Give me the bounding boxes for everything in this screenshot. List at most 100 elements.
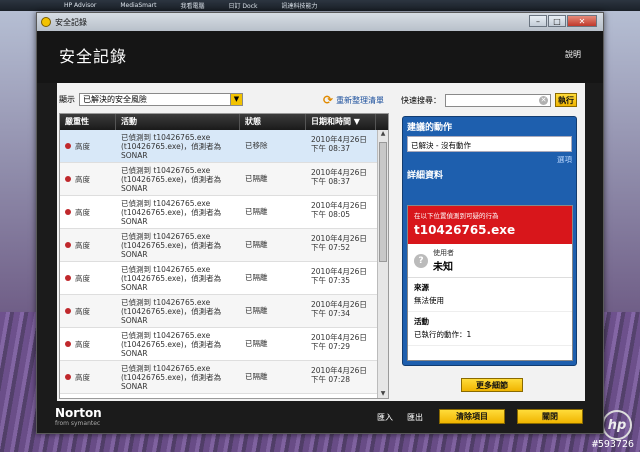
datetime-cell: 2010年4月26日 下午 07:29 [306,328,376,360]
column-header-status[interactable]: 狀態 [240,114,306,130]
scroll-up-icon[interactable]: ▲ [378,130,388,140]
recommended-action-value: 已解決 - 沒有動作 [407,136,572,152]
brand-name: Norton [55,406,102,420]
severity-cell: 高度 [60,295,116,327]
source-value: 無法使用 [414,296,444,305]
status-cell: 已隔離 [245,273,268,282]
minimize-button[interactable]: – [529,15,547,27]
taskbar-item[interactable]: HP Advisor [0,2,108,9]
severity-text: 高度 [75,174,90,184]
date-text: 2010年4月26日 [311,168,367,177]
watermark: #593726 [591,439,634,450]
user-section: ? 使用者 未知 [408,244,572,278]
refresh-list-link[interactable]: ⟳ 重新整理清單 [323,93,384,107]
date-text: 2010年4月26日 [311,267,367,276]
table-row[interactable]: 高度 已偵測到 t10426765.exe (t10426765.exe)，偵測者… [60,328,378,361]
severity-cell: 高度 [60,163,116,195]
options-link[interactable]: 選項 [403,154,576,165]
time-text: 下午 07:35 [311,276,350,285]
severity-dot-icon [65,143,71,149]
chevron-down-icon[interactable]: ▼ [230,94,242,105]
taskbar-item[interactable]: 訊達科技能力 [270,1,330,10]
hp-logo-icon: hp [602,410,632,440]
activity-cell: 已偵測到 t10426765.exe (t10426765.exe)，偵測者為 … [121,364,222,391]
table-row[interactable]: 高度 已偵測到 t10426765.exe (t10426765.exe)，偵測者… [60,295,378,328]
main-content: 顯示 已解決的安全風險 ▼ ⟳ 重新整理清單 嚴重性 活動 狀態 日期和時間 ▼… [57,83,585,401]
page-title: 安全記錄 [59,47,128,66]
date-text: 2010年4月26日 [311,234,367,243]
taskbar-item[interactable]: MediaSmart [108,2,168,9]
window-header: 安全記錄 說明 [37,31,603,83]
column-header-severity[interactable]: 嚴重性 [60,114,116,130]
activity-cell: 已偵測到 t10426765.exe (t10426765.exe)，偵測者為 … [121,166,222,193]
details-title: 詳細資料 [407,171,444,181]
table-row[interactable]: 高度 已偵測到 t10426765.exe (t10426765.exe)，偵測者… [60,130,378,163]
table-row[interactable]: 高度 已偵測到 t10426765.exe (t10426765.exe)，偵測者… [60,163,378,196]
severity-dot-icon [65,341,71,347]
refresh-label: 重新整理清單 [336,95,385,105]
import-link[interactable]: 匯入 [377,412,393,423]
more-details-button[interactable]: 更多細節 [461,378,523,392]
activity-cell: 已偵測到 t10426765.exe (t10426765.exe)，偵測者為 … [121,232,222,259]
time-text: 下午 08:37 [311,144,350,153]
datetime-cell: 2010年4月26日 下午 08:05 [306,196,376,228]
activity-cell: 已偵測到 t10426765.exe (t10426765.exe)，偵測者為 … [121,199,222,226]
clear-items-button[interactable]: 清除項目 [439,409,505,424]
table-row[interactable]: 高度 已偵測到 t10426765.exe (t10426765.exe)，偵測者… [60,229,378,262]
history-table: 嚴重性 活動 狀態 日期和時間 ▼ 高度 已偵測到 t10426765.exe (… [59,113,389,399]
quick-search-label: 快速搜尋： [401,95,441,105]
status-cell: 已隔離 [245,306,268,315]
table-row[interactable]: 高度 已偵測到 t10426765.exe (t10426765.exe)，偵測者… [60,196,378,229]
window-footer: Norton from symantec 匯入 匯出 清除項目 關閉 [37,401,603,433]
help-link[interactable]: 說明 [565,49,581,60]
taskbar-item[interactable]: 我看電腦 [169,1,217,10]
severity-cell: 高度 [60,229,116,261]
severity-cell: 高度 [60,328,116,360]
quick-search-input[interactable]: ✕ [445,93,551,107]
execute-search-button[interactable]: 執行 [555,93,577,107]
severity-text: 高度 [75,306,90,316]
column-header-activity[interactable]: 活動 [116,114,240,130]
activity-cell: 已偵測到 t10426765.exe (t10426765.exe)，偵測者為 … [121,133,222,160]
datetime-cell: 2010年4月26日 下午 08:37 [306,130,376,162]
activity-value: 已執行的動作：1 [414,330,472,339]
window-titlebar[interactable]: 安全記錄 – □ ✕ [37,13,603,31]
scroll-down-icon[interactable]: ▼ [378,390,388,398]
datetime-cell: 2010年4月26日 下午 07:35 [306,262,376,294]
column-header-datetime[interactable]: 日期和時間 ▼ [306,114,376,130]
taskbar-item[interactable]: 日訂 Dock [217,1,270,10]
recommended-action-title: 建議的動作 [407,123,453,133]
table-scrollbar[interactable]: ▲ ▼ [377,130,388,398]
severity-dot-icon [65,374,71,380]
status-cell: 已隔離 [245,240,268,249]
maximize-button[interactable]: □ [548,15,566,27]
time-text: 下午 07:28 [311,375,350,384]
activity-section: 活動 已執行的動作：1 [408,312,572,346]
quick-search: 快速搜尋： ✕ 執行 [401,93,577,107]
desktop-taskbar: HP Advisor MediaSmart 我看電腦 日訂 Dock 訊達科技能… [0,0,640,11]
severity-text: 高度 [75,240,90,250]
status-cell: 已移除 [245,141,268,150]
table-row[interactable]: 高度 已偵測到 t10426765.exe (t10426765.exe)，偵測者… [60,361,378,394]
export-link[interactable]: 匯出 [407,412,423,423]
date-text: 2010年4月26日 [311,201,367,210]
table-row[interactable]: 高度 已偵測到 t10426765.exe (t10426765.exe)，偵測者… [60,262,378,295]
filter-select[interactable]: 已解決的安全風險 ▼ [79,93,243,106]
status-cell: 已隔離 [245,207,268,216]
unknown-user-icon: ? [414,253,428,268]
clear-search-icon[interactable]: ✕ [539,95,548,105]
datetime-cell: 2010年4月26日 下午 08:37 [306,163,376,195]
filter-selected-value: 已解決的安全風險 [83,95,147,104]
window-titlebar-text: 安全記錄 [55,17,87,27]
status-cell: 已隔離 [245,174,268,183]
time-text: 下午 08:05 [311,210,350,219]
close-button[interactable]: 關閉 [517,409,583,424]
scrollbar-thumb[interactable] [379,142,387,262]
date-text: 2010年4月26日 [311,366,367,375]
user-label: 使用者 [433,249,454,257]
status-cell: 已隔離 [245,372,268,381]
severity-cell: 高度 [60,196,116,228]
time-text: 下午 07:52 [311,243,350,252]
close-window-button[interactable]: ✕ [567,15,597,27]
severity-dot-icon [65,242,71,248]
